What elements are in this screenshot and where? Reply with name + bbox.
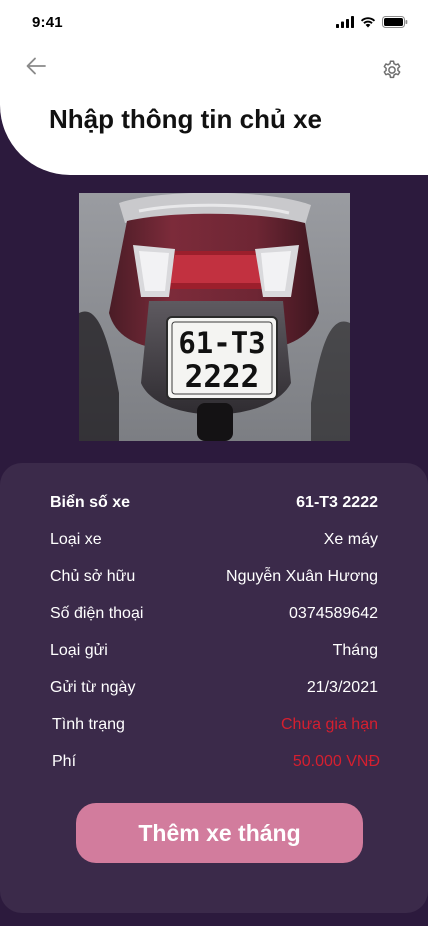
info-row-fee: Phí 50.000 VNĐ [52, 750, 380, 774]
info-row-plate: Biển số xe 61-T3 2222 [50, 491, 378, 515]
arrow-left-icon [26, 57, 46, 80]
start-date-value: 21/3/2021 [306, 679, 378, 696]
phone-value: 0374589642 [289, 605, 378, 622]
page-title: Nhập thông tin chủ xe [49, 104, 322, 134]
vehicle-type-label: Loại xe [50, 531, 102, 548]
plate-line1: 61-T3 [178, 326, 265, 360]
info-row-parking-type: Loại gửi Tháng [50, 639, 378, 663]
add-monthly-vehicle-button[interactable]: Thêm xe tháng [76, 803, 363, 863]
settings-button[interactable] [380, 60, 404, 84]
vehicle-type-value: Xe máy [323, 531, 378, 548]
wifi-icon [360, 15, 376, 33]
start-date-label: Gửi từ ngày [50, 679, 136, 696]
parking-type-value: Tháng [332, 642, 378, 659]
status-label: Tình trạng [52, 716, 125, 733]
status-time: 9:41 [32, 14, 63, 31]
plate-value: 61-T3 2222 [296, 494, 378, 511]
back-button[interactable] [22, 56, 50, 80]
info-row-status: Tình trạng Chưa gia hạn [52, 713, 378, 737]
status-value: Chưa gia hạn [281, 716, 378, 733]
info-row-vehicle-type: Loại xe Xe máy [50, 528, 378, 552]
header: 9:41 Nhập thông tin chủ xe [0, 0, 428, 175]
motorbike-photo: 61-T3 2222 [79, 193, 350, 441]
fee-value: 50.000 VNĐ [292, 753, 380, 770]
status-bar: 9:41 [0, 0, 428, 46]
parking-type-label: Loại gửi [50, 642, 108, 659]
plate-label: Biển số xe [50, 494, 131, 511]
phone-label: Số điện thoại [50, 605, 144, 622]
signal-icon [336, 15, 354, 33]
status-icons [336, 15, 408, 33]
info-row-phone: Số điện thoại 0374589642 [50, 602, 378, 626]
battery-icon [382, 15, 408, 33]
owner-value: Nguyễn Xuân Hương [226, 568, 378, 585]
fee-label: Phí [52, 753, 77, 770]
info-row-owner: Chủ sở hữu Nguyễn Xuân Hương [50, 565, 378, 589]
info-row-start-date: Gửi từ ngày 21/3/2021 [50, 676, 378, 700]
owner-label: Chủ sở hữu [50, 568, 136, 585]
gear-icon [381, 59, 403, 86]
plate-line2: 2222 [185, 359, 260, 395]
